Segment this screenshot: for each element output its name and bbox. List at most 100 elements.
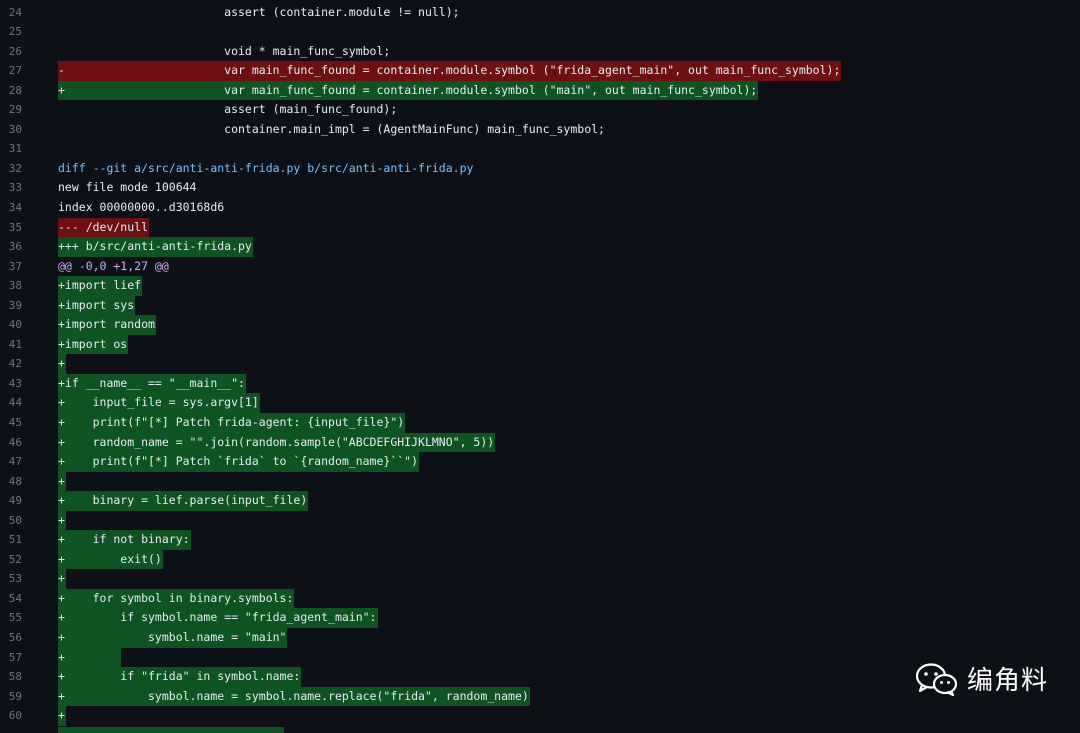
cut-off-added-line bbox=[58, 727, 284, 733]
line-number: 28 bbox=[8, 83, 22, 97]
code-content: + random_name = "".join(random.sample("A… bbox=[58, 434, 495, 449]
watermark-text: 编角料 bbox=[967, 666, 1049, 696]
code-content: + bbox=[58, 356, 65, 371]
diff-marker: + bbox=[58, 82, 65, 97]
code-text: + bbox=[58, 569, 66, 589]
code-content: +import sys bbox=[58, 297, 135, 312]
diff-line: 43 +if __name__ == "__main__": bbox=[0, 373, 1080, 394]
code-content: void * main_func_symbol; bbox=[58, 43, 391, 58]
code-text: +if __name__ == "__main__": bbox=[58, 373, 246, 394]
code-text: diff --git a/src/anti-anti-frida.py b/sr… bbox=[58, 159, 474, 179]
code-content: + bbox=[58, 571, 65, 586]
code-text: + bbox=[58, 706, 66, 726]
diff-line: 53 + bbox=[0, 569, 1080, 589]
code-text: + var main_func_found = container.module… bbox=[58, 80, 759, 101]
diff-line: 44 + input_file = sys.argv[1] bbox=[0, 393, 1080, 413]
line-number: 24 bbox=[8, 5, 22, 19]
diff-line: 29 assert (main_func_found); bbox=[0, 100, 1080, 120]
line-number: 58 bbox=[8, 670, 22, 684]
diff-line: 40 +import random bbox=[0, 315, 1080, 335]
line-number: 60 bbox=[8, 709, 22, 723]
code-text: + bbox=[58, 647, 122, 668]
diff-line: 33 new file mode 100644 bbox=[0, 178, 1080, 198]
diff-line: 54 + for symbol in binary.symbols: bbox=[0, 588, 1080, 609]
code-text: + bbox=[58, 354, 66, 374]
diff-line: 31 bbox=[0, 139, 1080, 159]
diff-line: 56 + symbol.name = "main" bbox=[0, 628, 1080, 648]
code-text: + exit() bbox=[58, 549, 163, 570]
code-content: +if __name__ == "__main__": bbox=[58, 375, 245, 390]
line-number: 38 bbox=[8, 279, 22, 293]
line-number: 48 bbox=[8, 474, 22, 488]
line-number: 55 bbox=[8, 611, 22, 625]
code-content: --- /dev/null bbox=[58, 219, 149, 234]
line-number: 25 bbox=[8, 25, 22, 39]
diff-line: 34 index 00000000..d30168d6 bbox=[0, 198, 1080, 218]
diff-line: 26 void * main_func_symbol; bbox=[0, 42, 1080, 62]
line-number: 37 bbox=[8, 259, 22, 273]
code-content: + print(f"[*] Patch `frida` to `{random_… bbox=[58, 454, 419, 469]
code-text: @@ -0,0 +1,27 @@ bbox=[58, 257, 170, 277]
diff-line: 60 + bbox=[0, 706, 1080, 726]
code-content: + bbox=[58, 473, 65, 488]
code-text: +import random bbox=[58, 315, 156, 335]
diff-line: 28 + var main_func_found = container.modu… bbox=[0, 80, 1080, 101]
code-text: +import lief bbox=[58, 276, 143, 296]
code-content: index 00000000..d30168d6 bbox=[58, 199, 225, 214]
code-text: index 00000000..d30168d6 bbox=[58, 198, 225, 218]
code-content: +import lief bbox=[58, 278, 142, 293]
line-number: 30 bbox=[8, 122, 22, 136]
diff-line: 39 +import sys bbox=[0, 295, 1080, 316]
code-text: + if not binary: bbox=[58, 530, 191, 550]
code-content: + symbol.name = symbol.name.replace("fri… bbox=[58, 688, 529, 703]
code-content: + exit() bbox=[58, 551, 162, 566]
line-number: 43 bbox=[8, 376, 22, 390]
diff-line: 42 + bbox=[0, 354, 1080, 374]
code-text: + print(f"[*] Patch frida-agent: {input_… bbox=[58, 412, 406, 433]
line-number: 31 bbox=[8, 142, 22, 156]
diff-line: 51 + if not binary: bbox=[0, 530, 1080, 550]
diff-line: 48 + bbox=[0, 471, 1080, 492]
line-number: 35 bbox=[8, 220, 22, 234]
code-text: + random_name = "".join(random.sample("A… bbox=[58, 432, 496, 453]
code-content: + bbox=[58, 512, 65, 527]
diff-line: 49 + binary = lief.parse(input_file) bbox=[0, 491, 1080, 511]
code-text: + symbol.name = "main" bbox=[58, 628, 288, 648]
code-content: var main_func_found = container.module.s… bbox=[64, 82, 758, 97]
code-content: + for symbol in binary.symbols: bbox=[58, 590, 294, 605]
line-number: 47 bbox=[8, 455, 22, 469]
diff-line: 27 - var main_func_found = container.modu… bbox=[0, 61, 1080, 81]
line-number: 56 bbox=[8, 631, 22, 644]
line-number: 59 bbox=[8, 689, 22, 703]
line-number: 51 bbox=[8, 533, 22, 547]
code-content: + bbox=[58, 708, 65, 723]
code-content: + symbol.name = "main" bbox=[58, 630, 287, 644]
line-number: 36 bbox=[8, 240, 22, 254]
code-content: var main_func_found = container.module.s… bbox=[64, 63, 841, 78]
line-number: 26 bbox=[8, 44, 22, 58]
code-text: + input_file = sys.argv[1] bbox=[58, 393, 260, 413]
code-content: new file mode 100644 bbox=[58, 180, 197, 195]
diff-line: 50 + bbox=[0, 510, 1080, 531]
line-number: 27 bbox=[8, 64, 22, 78]
line-number: 32 bbox=[8, 161, 22, 175]
code-text: + bbox=[58, 471, 66, 492]
code-text: +import os bbox=[58, 334, 129, 355]
code-content: diff --git a/src/anti-anti-frida.py b/sr… bbox=[58, 160, 474, 175]
code-content: + input_file = sys.argv[1] bbox=[58, 395, 259, 410]
diff-line: 45 + print(f"[*] Patch frida-agent: {inpu… bbox=[0, 412, 1080, 433]
diff-line: 47 + print(f"[*] Patch `frida` to `{rando… bbox=[0, 452, 1080, 472]
diff-line: 52 + exit() bbox=[0, 549, 1080, 570]
code-content: + if "frida" in symbol.name: bbox=[58, 669, 301, 684]
code-text: + if "frida" in symbol.name: bbox=[58, 667, 302, 687]
code-text: + if symbol.name == "frida_agent_main": bbox=[58, 608, 378, 628]
code-content: @@ -0,0 +1,27 @@ bbox=[58, 258, 169, 273]
line-number: 34 bbox=[8, 200, 22, 214]
diff-line: 36 +++ b/src/anti-anti-frida.py bbox=[0, 237, 1080, 257]
code-text: + bbox=[58, 510, 66, 531]
code-text: + print(f"[*] Patch `frida` to `{random_… bbox=[58, 452, 420, 472]
diff-line: 38 +import lief bbox=[0, 276, 1080, 296]
code-content: + if symbol.name == "frida_agent_main": bbox=[58, 610, 377, 625]
line-number: 44 bbox=[8, 396, 22, 410]
